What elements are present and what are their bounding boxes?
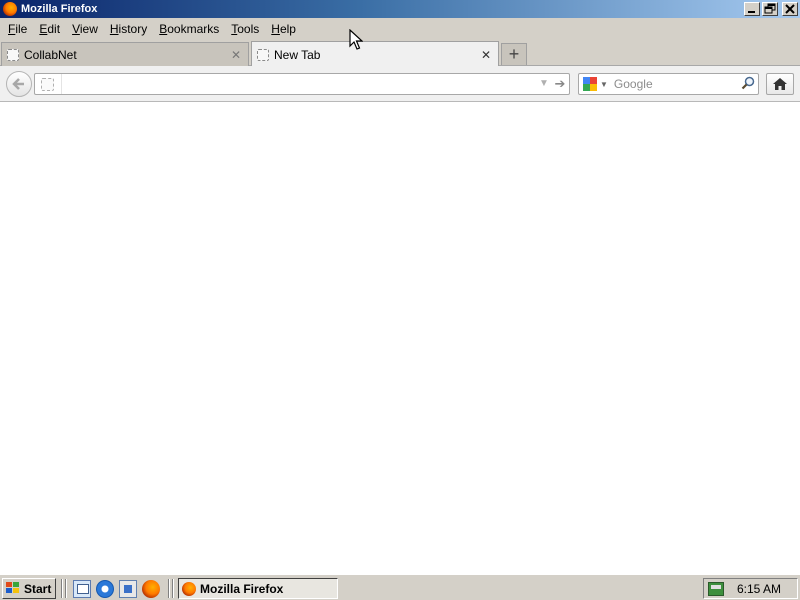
tab-close-icon[interactable]: ✕ [478,48,494,62]
home-button[interactable] [766,73,794,95]
search-bar: ▼ [578,73,759,95]
menu-tools[interactable]: Tools [225,22,265,36]
engine-dropdown-icon[interactable]: ▼ [600,80,608,89]
url-bar: ▼ ➔ [34,73,570,95]
tray-app-icon[interactable] [708,581,724,596]
menu-help[interactable]: Help [265,22,302,36]
site-identity-icon[interactable] [41,78,54,91]
firefox-icon [182,581,196,596]
minimize-icon [748,11,755,13]
menu-bookmarks-label: ookmarks [167,22,220,36]
task-button-firefox[interactable]: Mozilla Firefox [178,578,338,599]
screen: Mozilla Firefox File Edit View History B… [0,0,800,600]
tasks-grip [172,579,174,598]
history-dropdown-icon[interactable]: ▼ [537,77,551,91]
search-input[interactable] [611,76,738,92]
start-button[interactable]: Start [2,578,56,599]
magnifier-icon[interactable] [738,76,758,93]
firefox-icon[interactable] [3,2,17,16]
network-icon[interactable] [119,580,137,598]
menu-file-label: ile [15,22,28,36]
internet-explorer-icon[interactable] [96,580,114,598]
windows-logo-icon [6,582,21,595]
start-label: Start [24,581,52,596]
menu-view-accel: V [72,22,80,36]
google-engine-icon[interactable] [583,77,597,91]
page-favicon-icon [7,48,19,61]
clock[interactable]: 6:15 AM [724,582,797,596]
minimize-button[interactable] [744,2,760,16]
menu-help-accel: H [271,22,280,36]
restore-button[interactable] [762,2,778,16]
tab-collabnet[interactable]: CollabNet ✕ [1,42,249,66]
menu-history-label: istory [118,22,148,36]
back-button[interactable] [6,71,32,97]
home-icon [773,78,787,90]
menu-bar: File Edit View History Bookmarks Tools H… [0,18,800,40]
tab-new-tab[interactable]: New Tab ✕ [251,41,499,67]
taskbar: Start Mozilla Firefox 6:15 AM [0,574,800,600]
restore-icon [764,3,776,14]
magnifier-svg [741,76,755,89]
menu-history[interactable]: History [104,22,153,36]
title-bar[interactable]: Mozilla Firefox [0,0,800,18]
tab-strip: CollabNet ✕ New Tab ✕ + [0,40,800,67]
page-favicon-icon [257,48,269,61]
new-tab-button[interactable]: + [501,43,527,65]
window-title: Mozilla Firefox [21,3,98,15]
page-content[interactable] [0,102,800,574]
system-tray: 6:15 AM [703,578,798,599]
close-button[interactable] [782,2,798,16]
menu-bookmarks[interactable]: Bookmarks [153,22,225,36]
menu-edit-label: dit [47,22,61,36]
close-icon [785,4,795,14]
menu-view-label: iew [79,22,98,36]
plus-icon: + [508,44,520,64]
taskbar-separator [61,579,63,598]
navigation-toolbar: ▼ ➔ ▼ [0,66,800,102]
menu-history-accel: H [109,22,119,36]
mouse-cursor-icon [349,29,363,50]
tab-label: New Tab [274,47,321,62]
firefox-quicklaunch-icon[interactable] [142,580,160,598]
go-arrow-icon[interactable]: ➔ [553,76,567,92]
menu-file[interactable]: File [2,22,33,36]
quicklaunch-grip [65,579,67,598]
menu-help-label: elp [279,22,296,36]
window-controls [744,2,798,16]
tab-label: CollabNet [24,47,77,62]
taskbar-separator [168,579,170,598]
tab-close-icon[interactable]: ✕ [228,48,244,62]
menu-view[interactable]: View [66,22,104,36]
task-button-label: Mozilla Firefox [200,581,284,596]
url-input[interactable] [61,74,531,94]
show-desktop-icon[interactable] [73,580,91,598]
back-arrow-icon [12,78,24,90]
menu-edit[interactable]: Edit [33,22,66,36]
menu-tools-label: ools [237,22,260,36]
